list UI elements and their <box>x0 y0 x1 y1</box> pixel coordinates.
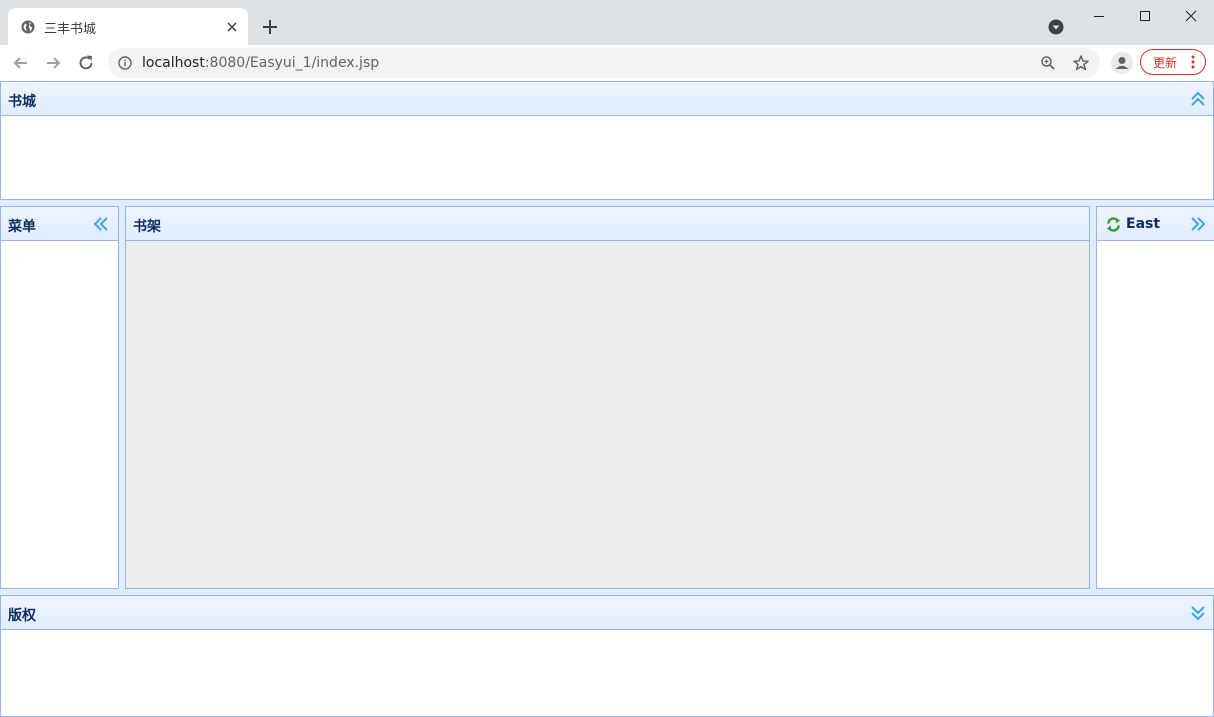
south-panel-body <box>1 630 1213 716</box>
double-chevron-up-icon[interactable] <box>1190 91 1206 107</box>
tab-search-dropdown-icon[interactable] <box>1046 17 1066 37</box>
maximize-icon <box>1140 11 1150 21</box>
west-panel-title: 菜单 <box>8 219 36 235</box>
update-button[interactable]: 更新 <box>1140 49 1206 75</box>
address-bar[interactable]: localhost:8080/Easyui_1/index.jsp <box>108 48 1100 78</box>
browser-tab[interactable]: 三丰书城 <box>8 8 248 45</box>
more-menu-icon <box>1191 55 1195 69</box>
update-label: 更新 <box>1153 56 1178 70</box>
tab-title: 三丰书城 <box>44 22 97 37</box>
reload-icon <box>1106 217 1121 232</box>
south-panel-title: 版权 <box>8 608 36 624</box>
zoom-icon[interactable] <box>1040 55 1056 71</box>
center-panel-header: 书架 <box>126 207 1089 241</box>
new-tab-plus-icon[interactable] <box>260 17 280 37</box>
east-panel: East <box>1096 206 1214 589</box>
forward-arrow-icon[interactable] <box>42 52 64 74</box>
site-info-icon[interactable] <box>118 56 132 70</box>
globe-icon <box>21 20 35 34</box>
center-panel-title: 书架 <box>133 219 161 235</box>
north-panel: 书城 <box>0 81 1214 200</box>
east-panel-title: East <box>1126 216 1161 232</box>
west-panel: 菜单 <box>0 206 119 589</box>
north-panel-body <box>1 116 1213 199</box>
url-text[interactable]: localhost:8080/Easyui_1/index.jsp <box>142 55 379 71</box>
url-host: localhost <box>142 55 205 71</box>
north-panel-header: 书城 <box>1 82 1213 116</box>
back-arrow-icon[interactable] <box>10 52 32 74</box>
reload-page-icon[interactable] <box>75 52 97 74</box>
minimize-icon <box>1094 16 1104 17</box>
easyui-layout: 书城 菜单 书架 East 版权 <box>0 81 1214 717</box>
south-panel-header: 版权 <box>1 596 1213 630</box>
url-path: :8080/Easyui_1/index.jsp <box>204 55 380 71</box>
profile-avatar-icon[interactable] <box>1110 51 1134 75</box>
browser-toolbar: localhost:8080/Easyui_1/index.jsp 更新 <box>0 45 1214 81</box>
bookmark-star-icon[interactable] <box>1072 54 1090 72</box>
west-panel-header: 菜单 <box>1 207 118 241</box>
double-chevron-down-icon[interactable] <box>1190 605 1206 621</box>
double-chevron-right-icon[interactable] <box>1190 216 1206 232</box>
south-panel: 版权 <box>0 595 1214 717</box>
close-icon <box>1185 10 1197 22</box>
west-panel-body <box>1 241 118 588</box>
maximize-window-button[interactable] <box>1122 0 1168 32</box>
center-panel: 书架 <box>125 206 1090 589</box>
close-window-button[interactable] <box>1168 0 1214 32</box>
center-panel-body <box>126 241 1089 588</box>
double-chevron-left-icon[interactable] <box>93 216 109 232</box>
browser-tab-strip: 三丰书城 <box>0 0 1214 45</box>
close-tab-icon[interactable] <box>225 20 239 34</box>
east-panel-body <box>1097 241 1214 588</box>
minimize-window-button[interactable] <box>1076 0 1122 32</box>
north-panel-title: 书城 <box>8 94 36 110</box>
east-panel-header: East <box>1097 207 1214 241</box>
